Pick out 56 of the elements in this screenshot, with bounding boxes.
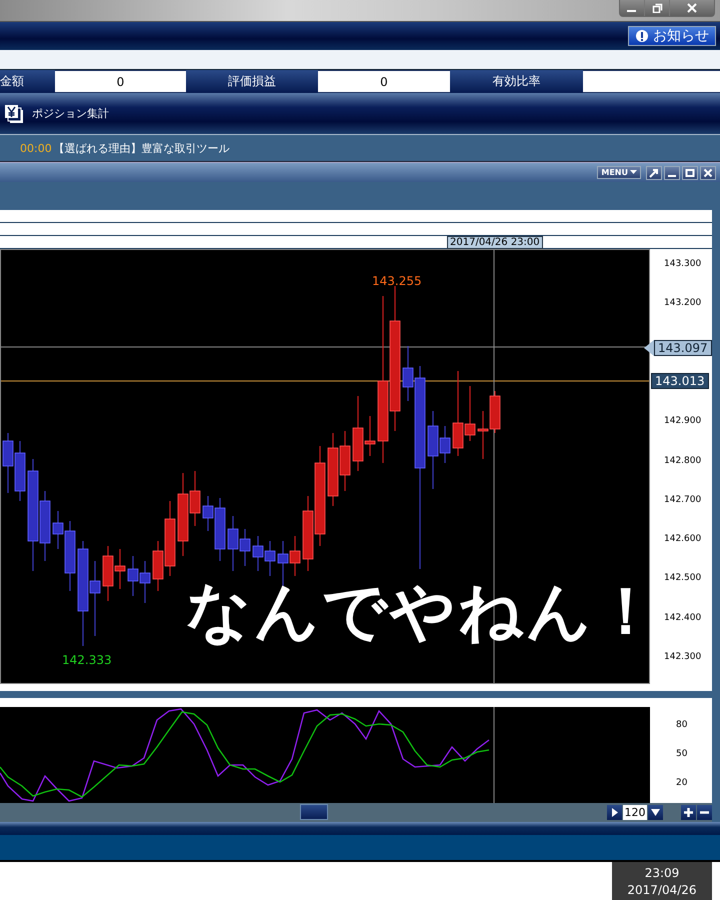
summary-value: 0 bbox=[318, 71, 450, 92]
close-icon[interactable] bbox=[700, 166, 716, 180]
caret-icon bbox=[630, 170, 637, 175]
low-price-label: 142.333 bbox=[62, 653, 112, 667]
candle bbox=[128, 556, 138, 596]
candle bbox=[290, 536, 300, 576]
exclamation-icon bbox=[635, 29, 649, 43]
high-price-label: 143.255 bbox=[372, 274, 422, 288]
oscillator-axis-label: 50 bbox=[676, 749, 688, 759]
summary-label: 金額 bbox=[0, 70, 55, 93]
summary-value: 0 bbox=[55, 71, 186, 92]
price-axis-label: 142.600 bbox=[664, 534, 702, 544]
taskbar-clock[interactable]: 23:09 2017/04/26 bbox=[612, 862, 712, 900]
summary-label: 評価損益 bbox=[186, 70, 318, 93]
scrollbar[interactable]: 120 bbox=[0, 803, 712, 822]
oscillator-axis-label: 80 bbox=[676, 720, 688, 730]
candle bbox=[102, 546, 114, 602]
clock-time: 23:09 bbox=[644, 865, 680, 882]
news-headline[interactable]: 【選ばれる理由】豊富な取引ツール bbox=[54, 140, 230, 156]
tag-pointer-icon bbox=[644, 340, 654, 356]
candle bbox=[490, 390, 500, 434]
summary-label: 有効比率 bbox=[450, 70, 583, 93]
bar-count-field[interactable]: 120 bbox=[623, 805, 647, 820]
price-axis-label: 142.800 bbox=[664, 456, 702, 466]
news-time: 00:00 bbox=[20, 142, 52, 154]
price-axis-label: 143.300 bbox=[664, 259, 702, 269]
candle bbox=[140, 560, 150, 604]
candle bbox=[2, 432, 14, 494]
candle bbox=[264, 540, 276, 576]
candle bbox=[14, 440, 26, 502]
price-axis-label: 142.400 bbox=[664, 612, 702, 623]
minimize-icon[interactable] bbox=[664, 166, 680, 180]
candle bbox=[114, 548, 126, 590]
price-tag: 143.013 bbox=[651, 373, 709, 389]
zoom-out-icon[interactable] bbox=[697, 805, 712, 820]
price-axis-label: 142.900 bbox=[664, 416, 702, 426]
play-icon[interactable] bbox=[607, 805, 622, 820]
candle bbox=[252, 536, 264, 572]
menu-button[interactable]: MENU bbox=[597, 166, 641, 179]
zoom-in-icon[interactable] bbox=[681, 805, 696, 820]
notice-button[interactable]: お知らせ bbox=[628, 26, 716, 46]
price-axis-label: 142.700 bbox=[664, 494, 702, 505]
clock-date: 2017/04/26 bbox=[627, 882, 697, 899]
panel-title: ポジション集計 bbox=[32, 106, 109, 121]
price-axis-label: 142.300 bbox=[664, 652, 702, 662]
price-axis-label: 142.500 bbox=[664, 573, 702, 584]
price-axis-label: 143.200 bbox=[664, 298, 702, 308]
overlay-caption: なんでやねん！ bbox=[186, 574, 649, 651]
scrollbar-thumb[interactable] bbox=[300, 804, 328, 820]
dropdown-caret-icon[interactable] bbox=[648, 805, 663, 820]
cursor-time-label: 2017/04/26 23:00 bbox=[447, 236, 543, 249]
candle bbox=[478, 410, 488, 460]
maximize-icon[interactable] bbox=[682, 166, 698, 180]
yen-stack-icon bbox=[4, 104, 24, 124]
oscillator-axis-label: 20 bbox=[676, 778, 688, 788]
candle bbox=[340, 430, 350, 492]
